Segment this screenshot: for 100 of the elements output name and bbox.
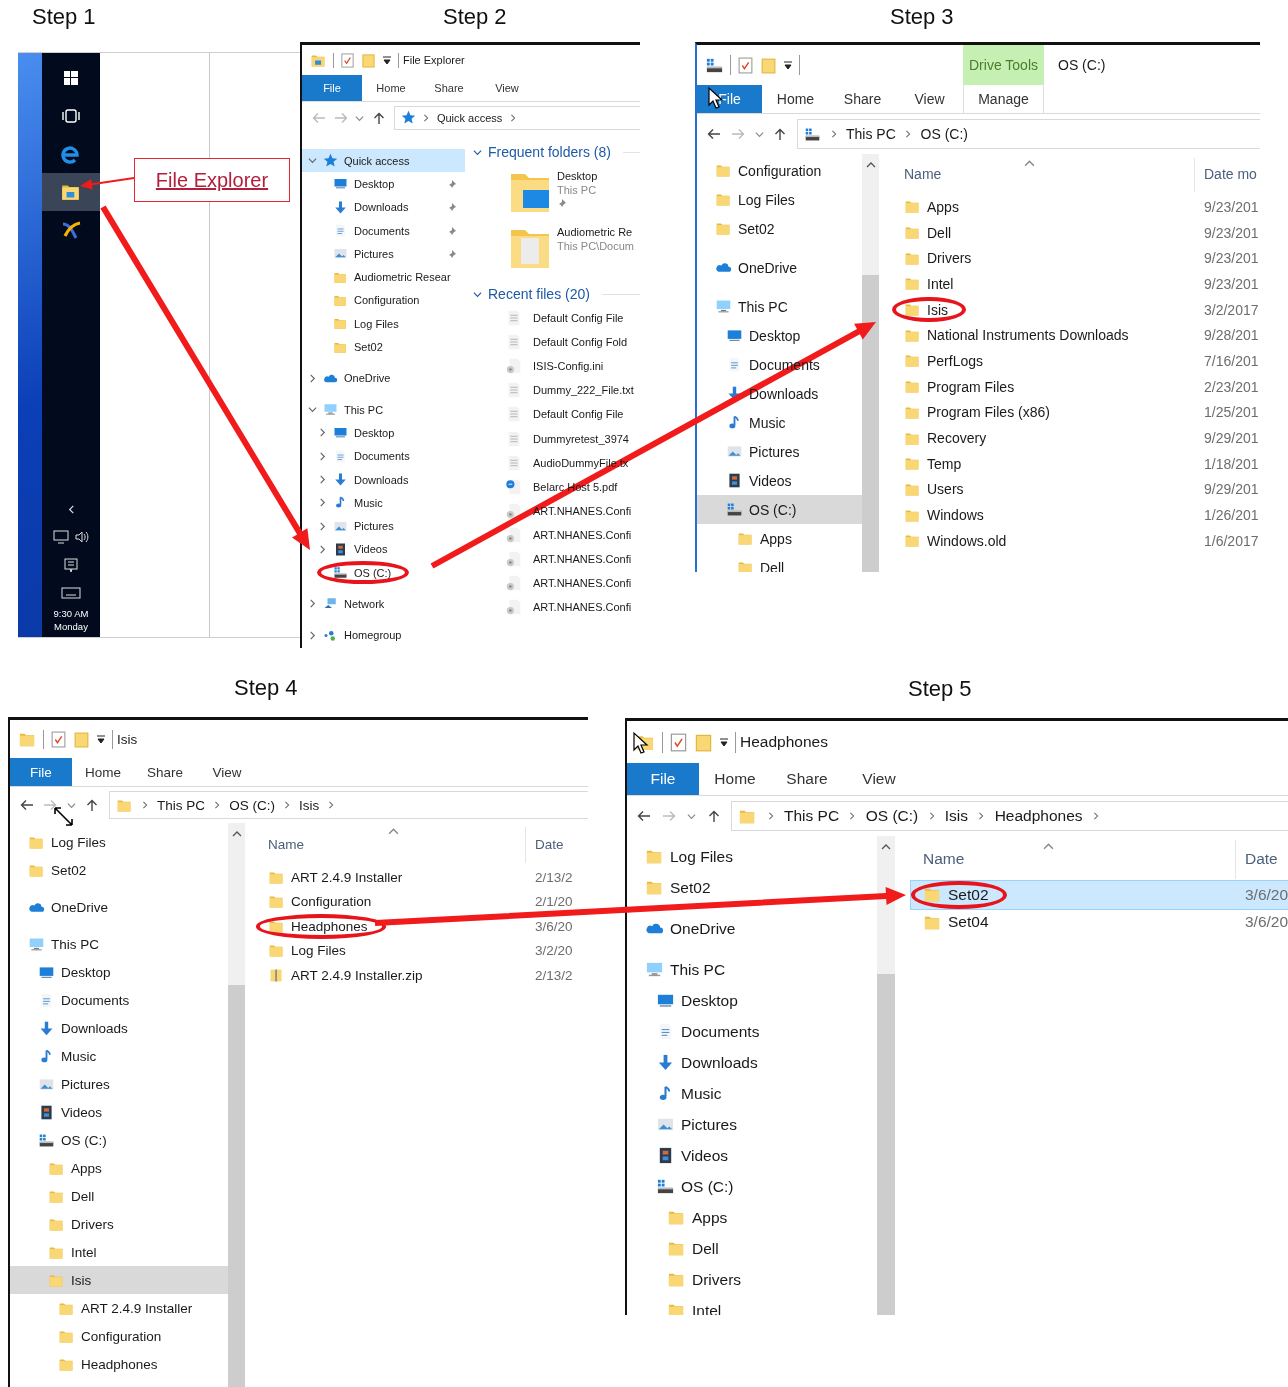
network-icon[interactable] bbox=[53, 530, 69, 544]
nav-item[interactable]: Log Files bbox=[10, 828, 228, 856]
nav-item[interactable]: Desktop bbox=[627, 985, 877, 1016]
file-row[interactable]: Program Files (x86) 1/25/201 bbox=[892, 399, 1260, 426]
nav-item[interactable]: Downloads bbox=[302, 195, 465, 219]
nav-item[interactable]: Videos bbox=[697, 466, 862, 495]
nav-item[interactable]: Set02 bbox=[302, 335, 465, 359]
recent-file[interactable]: ART.NHANES.Confi bbox=[465, 571, 640, 596]
back-arrow-icon[interactable] bbox=[20, 799, 34, 811]
nav-item[interactable]: Set02 bbox=[697, 214, 862, 243]
nav-item[interactable]: Dell bbox=[10, 1182, 228, 1210]
nav-item[interactable]: OS (C:) bbox=[302, 561, 465, 585]
nav-item[interactable]: Pictures bbox=[627, 1109, 877, 1140]
nav-item[interactable]: Apps bbox=[10, 1154, 228, 1182]
nav-item[interactable]: Dell bbox=[627, 1233, 877, 1264]
file-row[interactable]: ART 2.4.9 Installer 2/13/2 bbox=[256, 865, 588, 890]
nav-item[interactable]: OS (C:) bbox=[627, 1171, 877, 1202]
file-row[interactable]: National Instruments Downloads 9/28/201 bbox=[892, 322, 1260, 349]
ribbon-tab[interactable]: View bbox=[843, 763, 915, 795]
breadcrumb[interactable]: Quick access bbox=[436, 112, 503, 124]
notification-icon[interactable] bbox=[64, 557, 78, 573]
recent-file[interactable]: Default Config File bbox=[465, 306, 640, 331]
dropdown-icon[interactable] bbox=[719, 737, 729, 747]
up-arrow-icon[interactable] bbox=[372, 112, 387, 124]
nav-item[interactable]: Documents bbox=[627, 1016, 877, 1047]
breadcrumb[interactable]: This PC bbox=[156, 797, 205, 813]
nav-item[interactable]: Drivers bbox=[627, 1264, 877, 1295]
nav-item[interactable]: Isis bbox=[10, 1266, 228, 1294]
nav-item[interactable]: Apps bbox=[697, 524, 862, 553]
recent-file[interactable]: ART.NHANES.Confi bbox=[465, 595, 640, 620]
address-bar[interactable]: This PC OS (C:) Isis bbox=[108, 791, 588, 819]
nav-item[interactable]: OS (C:) bbox=[697, 495, 862, 524]
scrollbar[interactable] bbox=[877, 836, 895, 1315]
nav-item[interactable]: Network bbox=[302, 592, 465, 616]
nav-item[interactable]: This PC bbox=[302, 397, 465, 422]
nav-item[interactable]: ART 2.4.9 Installer bbox=[10, 1294, 228, 1322]
column-header[interactable]: Date bbox=[1245, 849, 1278, 868]
breadcrumb[interactable]: OS (C:) bbox=[229, 797, 275, 813]
breadcrumb[interactable]: Isis bbox=[299, 797, 320, 813]
file-row[interactable]: Configuration 2/1/20 bbox=[256, 889, 588, 914]
nav-item[interactable]: This PC bbox=[697, 292, 862, 321]
nav-item[interactable]: Pictures bbox=[302, 514, 465, 538]
column-header[interactable]: Name bbox=[904, 166, 942, 182]
nav-item[interactable]: Configuration bbox=[697, 156, 862, 185]
nav-item[interactable]: Videos bbox=[302, 537, 465, 562]
section-title[interactable]: Frequent folders (8) bbox=[488, 144, 611, 160]
section-title[interactable]: Recent files (20) bbox=[488, 286, 590, 302]
nav-item[interactable]: Documents bbox=[10, 986, 228, 1014]
nav-item[interactable]: Configuration bbox=[302, 288, 465, 313]
folder-tile[interactable]: Audiometric Re This PC\Docum bbox=[465, 220, 640, 276]
properties-icon[interactable] bbox=[737, 56, 754, 74]
nav-item[interactable]: Downloads bbox=[10, 1014, 228, 1042]
nav-item[interactable]: Intel bbox=[10, 1238, 228, 1266]
nav-item[interactable]: Configuration bbox=[10, 1322, 228, 1350]
recent-file[interactable]: Default Config Fold bbox=[465, 330, 640, 355]
file-row[interactable]: Temp 1/18/201 bbox=[892, 450, 1260, 477]
breadcrumb[interactable]: OS (C:) bbox=[865, 807, 919, 825]
file-row[interactable]: Windows 1/26/201 bbox=[892, 502, 1260, 528]
nav-item[interactable]: OneDrive bbox=[627, 913, 877, 944]
up-arrow-icon[interactable] bbox=[85, 799, 100, 811]
file-menu-button[interactable]: File bbox=[302, 75, 362, 101]
file-row[interactable]: Drivers 9/23/201 bbox=[892, 245, 1260, 272]
nav-item[interactable]: Music bbox=[10, 1042, 228, 1070]
ribbon-tab[interactable]: Home bbox=[699, 763, 771, 795]
nav-item[interactable]: Videos bbox=[10, 1098, 228, 1126]
recent-file[interactable]: Dummy_222_File.txt bbox=[465, 378, 640, 403]
properties-icon[interactable] bbox=[50, 730, 67, 748]
nav-item[interactable]: Apps bbox=[627, 1202, 877, 1233]
nav-item[interactable]: Music bbox=[697, 408, 862, 437]
file-row[interactable]: Set04 3/6/20 bbox=[911, 908, 1288, 936]
column-header[interactable]: Name bbox=[923, 849, 965, 868]
nav-item[interactable]: Music bbox=[302, 491, 465, 515]
nav-item[interactable]: Pictures bbox=[697, 437, 862, 466]
nav-item[interactable]: Drivers bbox=[10, 1210, 228, 1238]
ribbon-tab[interactable]: Share bbox=[829, 85, 896, 113]
file-row[interactable]: Windows.old 1/6/2017 bbox=[892, 527, 1260, 554]
nav-item[interactable]: OneDrive bbox=[697, 253, 862, 282]
nav-item[interactable]: Desktop bbox=[10, 958, 228, 986]
taskbar-button[interactable] bbox=[42, 173, 100, 211]
column-header[interactable]: Date mo bbox=[1204, 166, 1257, 182]
keyboard-icon[interactable] bbox=[61, 587, 81, 599]
recent-file[interactable]: ART.NHANES.Confi bbox=[465, 546, 640, 572]
nav-item[interactable]: Dell bbox=[697, 553, 862, 572]
nav-item[interactable]: This PC bbox=[627, 954, 877, 985]
nav-item[interactable]: Homegroup bbox=[302, 623, 465, 647]
nav-item[interactable]: Intel bbox=[627, 1295, 877, 1315]
ribbon-tab[interactable]: Home bbox=[72, 758, 134, 786]
file-row[interactable]: Log Files 3/2/20 bbox=[256, 938, 588, 963]
nav-item[interactable]: Log Files bbox=[302, 312, 465, 336]
dropdown-icon[interactable] bbox=[783, 60, 793, 70]
nav-item[interactable]: Set02 bbox=[10, 856, 228, 884]
nav-item[interactable]: Downloads bbox=[302, 467, 465, 492]
dropdown-icon[interactable] bbox=[382, 55, 392, 65]
nav-item[interactable]: Pictures bbox=[10, 1070, 228, 1098]
file-row[interactable]: Program Files 2/23/201 bbox=[892, 373, 1260, 400]
ribbon-tab[interactable]: Share bbox=[771, 763, 843, 795]
nav-item[interactable]: Log Files bbox=[627, 841, 877, 872]
nav-item[interactable]: Documents bbox=[302, 218, 465, 243]
breadcrumb[interactable]: Headphones bbox=[994, 807, 1083, 825]
contextual-ribbon-tab[interactable]: Manage bbox=[963, 85, 1044, 113]
